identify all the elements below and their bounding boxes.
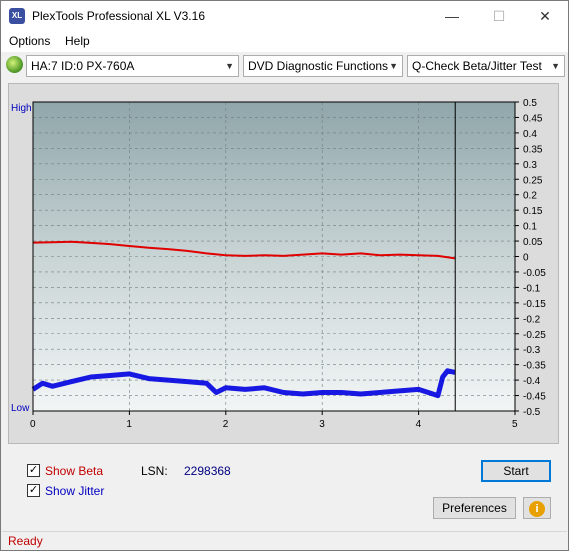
test-select[interactable]: Q-Check Beta/Jitter Test ▼ [407, 55, 565, 77]
y-tick-label: 0 [523, 253, 529, 264]
info-icon: i [529, 501, 545, 517]
status-bar: Ready [2, 531, 567, 550]
y-tick-label: 0.2 [523, 191, 537, 202]
function-select[interactable]: DVD Diagnostic Functions ▼ [243, 55, 403, 77]
x-tick-label: 0 [30, 419, 36, 430]
show-jitter-checkbox[interactable]: ✓ [27, 484, 40, 497]
show-beta-label[interactable]: Show Beta [45, 464, 103, 478]
y-tick-label: -0.45 [523, 392, 546, 403]
y-high-label: High [11, 103, 32, 114]
preferences-button[interactable]: Preferences [433, 497, 516, 519]
minimize-button[interactable]: — [429, 1, 475, 31]
beta-jitter-chart: High Low 0.50.450.40.350.30.250.20.150.1… [11, 98, 546, 430]
x-tick-label: 3 [319, 419, 325, 430]
start-button[interactable]: Start [481, 460, 551, 482]
y-tick-label: -0.4 [523, 376, 541, 387]
y-tick-label: -0.15 [523, 299, 546, 310]
title-bar: XL PlexTools Professional XL V3.16 — ☐ ✕ [1, 1, 568, 31]
chevron-down-icon: ▼ [551, 61, 560, 71]
y-tick-label: -0.5 [523, 407, 541, 418]
info-button[interactable]: i [523, 497, 551, 519]
app-logo-icon: XL [9, 8, 25, 24]
y-tick-label: 0.15 [523, 206, 543, 217]
status-text: Ready [8, 534, 43, 548]
lsn-value: 2298368 [184, 464, 231, 478]
x-tick-label: 1 [126, 419, 132, 430]
lsn-label: LSN: [141, 464, 168, 478]
y-tick-label: 0.45 [523, 113, 543, 124]
y-tick-label: -0.3 [523, 345, 541, 356]
y-axis-ticks: 0.5 0.45 0.4 0.35 0.3 0.25 0.2 0.15 0.1 0.05 0 -0.0… [515, 98, 546, 418]
y-tick-label: 0.3 [523, 160, 537, 171]
show-beta-checkbox[interactable]: ✓ [27, 464, 40, 477]
chart-panel: High Low 0.5 0.45 0.4 0.35 0.3 0.25 0.2 0.15 0.1… [8, 83, 559, 444]
y-tick-label: 0.35 [523, 144, 543, 155]
x-tick-label: 4 [416, 419, 422, 430]
menu-help[interactable]: Help [65, 34, 90, 48]
y-tick-label: 0.5 [523, 98, 537, 109]
maximize-button[interactable]: ☐ [476, 1, 522, 31]
test-select-value: Q-Check Beta/Jitter Test [412, 59, 542, 73]
chevron-down-icon: ▼ [225, 61, 234, 71]
y-tick-label: -0.35 [523, 361, 546, 372]
show-jitter-label[interactable]: Show Jitter [45, 484, 104, 498]
y-low-label: Low [11, 403, 30, 414]
y-tick-label: -0.25 [523, 330, 546, 341]
y-tick-label: -0.05 [523, 268, 546, 279]
y-tick-label: 0.25 [523, 175, 543, 186]
x-tick-label: 5 [512, 419, 518, 430]
window-title: PlexTools Professional XL V3.16 [32, 9, 205, 23]
options-panel: ✓ Show Beta ✓ Show Jitter LSN: 2298368 S… [8, 450, 559, 528]
function-select-value: DVD Diagnostic Functions [248, 59, 389, 73]
menu-bar: Options Help [1, 31, 568, 52]
x-axis-ticks: 0 1 2 3 4 5 [30, 411, 518, 430]
y-tick-label: -0.2 [523, 314, 541, 325]
y-tick-label: -0.1 [523, 283, 541, 294]
y-tick-label: 0.1 [523, 222, 537, 233]
close-button[interactable]: ✕ [522, 1, 568, 31]
y-tick-label: 0.4 [523, 129, 537, 140]
app-window: XL PlexTools Professional XL V3.16 — ☐ ✕… [0, 0, 569, 551]
chevron-down-icon: ▼ [389, 61, 398, 71]
drive-select[interactable]: HA:7 ID:0 PX-760A ▼ [26, 55, 239, 77]
menu-options[interactable]: Options [9, 34, 50, 48]
x-tick-label: 2 [223, 419, 229, 430]
drive-select-value: HA:7 ID:0 PX-760A [31, 59, 135, 73]
y-tick-label: 0.05 [523, 237, 543, 248]
drive-disc-icon [6, 56, 23, 73]
